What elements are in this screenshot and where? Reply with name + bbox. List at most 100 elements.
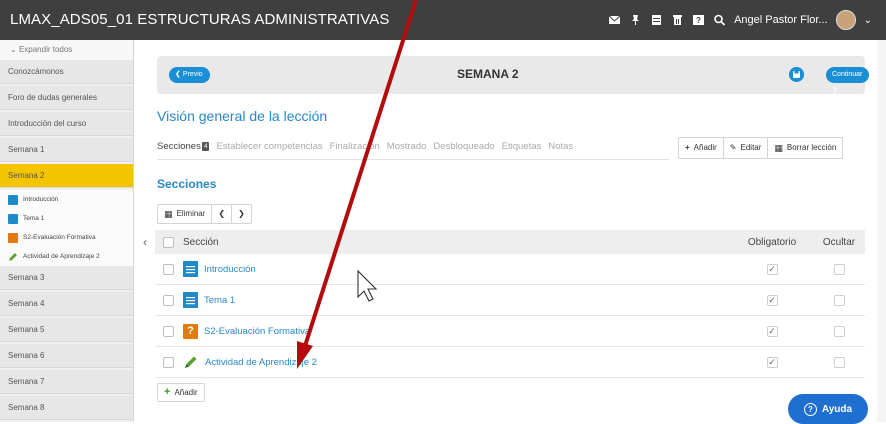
add-section-button[interactable]: + Añadir: [157, 383, 205, 402]
quiz-icon: ?: [183, 323, 198, 339]
row-checkbox[interactable]: [163, 356, 174, 368]
tab-finalizacion[interactable]: Finalización: [330, 141, 380, 157]
sidebar-item-introduccion-curso[interactable]: Introducción del curso: [0, 112, 133, 136]
previous-button[interactable]: ❮ Previo: [169, 67, 210, 83]
sidebar-item-semana-2[interactable]: Semana 2: [0, 164, 133, 188]
document-icon: [183, 292, 198, 308]
section-count-badge: 4: [201, 142, 210, 151]
lesson-tabs: Secciones 4 Establecer competencias Final…: [157, 141, 573, 157]
sidebar-subitem-introduccion[interactable]: Introducción: [0, 190, 133, 209]
tab-etiquetas[interactable]: Etiquetas: [502, 141, 542, 157]
hide-checkbox[interactable]: [833, 356, 845, 368]
sidebar-subitem-evaluacion[interactable]: S2-Evaluación Formativa: [0, 228, 133, 247]
scrollbar[interactable]: [877, 40, 886, 422]
delete-sections-button[interactable]: ▦ Eliminar: [158, 205, 213, 223]
question-icon: ?: [803, 402, 817, 416]
hide-checkbox[interactable]: [833, 263, 845, 275]
sidebar-subitem-label: Actividad de Aprendizaje 2: [23, 253, 100, 260]
sidebar-item-semana-7[interactable]: Semana 7: [0, 370, 133, 394]
chevron-right-icon: ❯: [832, 87, 838, 94]
help-icon[interactable]: ?: [692, 14, 705, 26]
delete-lesson-button[interactable]: ▦ Borrar lección: [768, 138, 842, 158]
table-row: Introducción ✓: [155, 254, 865, 285]
calendar-icon[interactable]: [650, 14, 663, 26]
section-link[interactable]: S2-Evaluación Formativa: [204, 326, 310, 337]
move-right-button[interactable]: ❯: [232, 205, 251, 223]
avatar[interactable]: [835, 10, 856, 30]
tab-competencias[interactable]: Establecer competencias: [216, 141, 322, 157]
search-icon[interactable]: [713, 14, 726, 26]
top-bar: LMAX_ADS05_01 ESTRUCTURAS ADMINISTRATIVA…: [0, 0, 886, 40]
sidebar-item-semana-8[interactable]: Semana 8: [0, 396, 133, 420]
sections-table: Sección Obligatorio Ocultar Introducción…: [155, 230, 865, 378]
sidebar-item-foro[interactable]: Foro de dudas generales: [0, 86, 133, 110]
sidebar-item-semana-5[interactable]: Semana 5: [0, 318, 133, 342]
select-all-checkbox[interactable]: [163, 236, 174, 248]
required-checkbox[interactable]: ✓: [766, 325, 778, 337]
plus-icon: +: [685, 143, 690, 152]
sidebar-item-semana-3[interactable]: Semana 3: [0, 266, 133, 290]
chevron-down-icon[interactable]: ⌄: [864, 15, 872, 26]
row-checkbox[interactable]: [163, 263, 174, 275]
course-title: LMAX_ADS05_01 ESTRUCTURAS ADMINISTRATIVA…: [10, 11, 390, 28]
chevron-left-icon: ❮: [218, 209, 226, 218]
table-row: ? S2-Evaluación Formativa ✓: [155, 316, 865, 347]
document-icon: [183, 261, 198, 277]
sidebar-item-semana-1[interactable]: Semana 1: [0, 138, 133, 162]
quiz-icon: [8, 232, 18, 243]
previous-label: Previo: [182, 71, 203, 78]
hide-checkbox[interactable]: [833, 325, 845, 337]
week-title: SEMANA 2: [457, 67, 519, 81]
tab-notas[interactable]: Notas: [548, 141, 573, 157]
sidebar-subitem-actividad[interactable]: Actividad de Aprendizaje 2: [0, 247, 133, 266]
trash-icon[interactable]: [671, 14, 684, 26]
sidebar-subitem-label: Tema 1: [23, 215, 45, 222]
row-checkbox[interactable]: [163, 294, 174, 306]
tab-secciones[interactable]: Secciones 4: [157, 141, 210, 157]
plus-icon: +: [164, 386, 171, 398]
sidebar-item-semana-6[interactable]: Semana 6: [0, 344, 133, 368]
sidebar-subitem-label: Introducción: [23, 196, 59, 203]
chevron-left-icon: ❮: [175, 71, 181, 78]
trash-icon: ▦: [774, 143, 783, 153]
delete-sections-label: Eliminar: [176, 209, 206, 218]
tab-mostrado[interactable]: Mostrado: [387, 141, 427, 157]
pencil-icon: [9, 252, 17, 261]
user-name[interactable]: Angel Pastor Flor...: [734, 14, 828, 26]
sidebar-item-conozcamonos[interactable]: Conozcámonos: [0, 60, 133, 84]
sections-heading: Secciones: [157, 177, 217, 191]
section-link[interactable]: Tema 1: [204, 295, 235, 306]
hide-checkbox[interactable]: [833, 294, 845, 306]
column-required: Obligatorio: [747, 236, 797, 248]
section-link[interactable]: Actividad de Aprendizaje 2: [205, 357, 317, 368]
help-button[interactable]: ? Ayuda: [788, 394, 868, 424]
mail-icon[interactable]: [608, 14, 621, 26]
pin-icon[interactable]: [629, 14, 642, 26]
document-icon: [8, 194, 18, 205]
section-link[interactable]: Introducción: [204, 264, 256, 275]
save-icon[interactable]: [789, 67, 804, 82]
column-hide: Ocultar: [822, 236, 856, 248]
move-left-button[interactable]: ❮: [212, 205, 233, 223]
sidebar-item-semana-4[interactable]: Semana 4: [0, 292, 133, 316]
sections-toolbar: ▦ Eliminar ❮ ❯: [157, 204, 252, 224]
edit-lesson-button[interactable]: ✎ Editar: [724, 138, 769, 158]
tab-desbloqueado[interactable]: Desbloqueado: [433, 141, 494, 157]
chevron-right-icon: ❯: [238, 209, 245, 218]
continue-button[interactable]: Continuar ❯: [826, 67, 870, 94]
table-header: Sección Obligatorio Ocultar: [155, 230, 865, 254]
required-checkbox[interactable]: ✓: [766, 356, 778, 368]
expand-all-toggle[interactable]: ⌄ Expandir todos: [0, 40, 133, 60]
required-checkbox[interactable]: ✓: [766, 263, 778, 275]
expand-all-label: Expandir todos: [18, 45, 73, 54]
required-checkbox[interactable]: ✓: [766, 294, 778, 306]
collapse-sidebar-icon[interactable]: ‹: [143, 235, 147, 249]
row-checkbox[interactable]: [163, 325, 174, 337]
sidebar-subitem-tema-1[interactable]: Tema 1: [0, 209, 133, 228]
column-section: Sección: [183, 236, 219, 248]
continue-label: Continuar: [832, 71, 863, 78]
add-lesson-item-button[interactable]: + Añadir: [679, 138, 724, 158]
help-label: Ayuda: [821, 403, 853, 415]
svg-text:?: ?: [696, 16, 701, 25]
document-icon: [8, 213, 18, 224]
